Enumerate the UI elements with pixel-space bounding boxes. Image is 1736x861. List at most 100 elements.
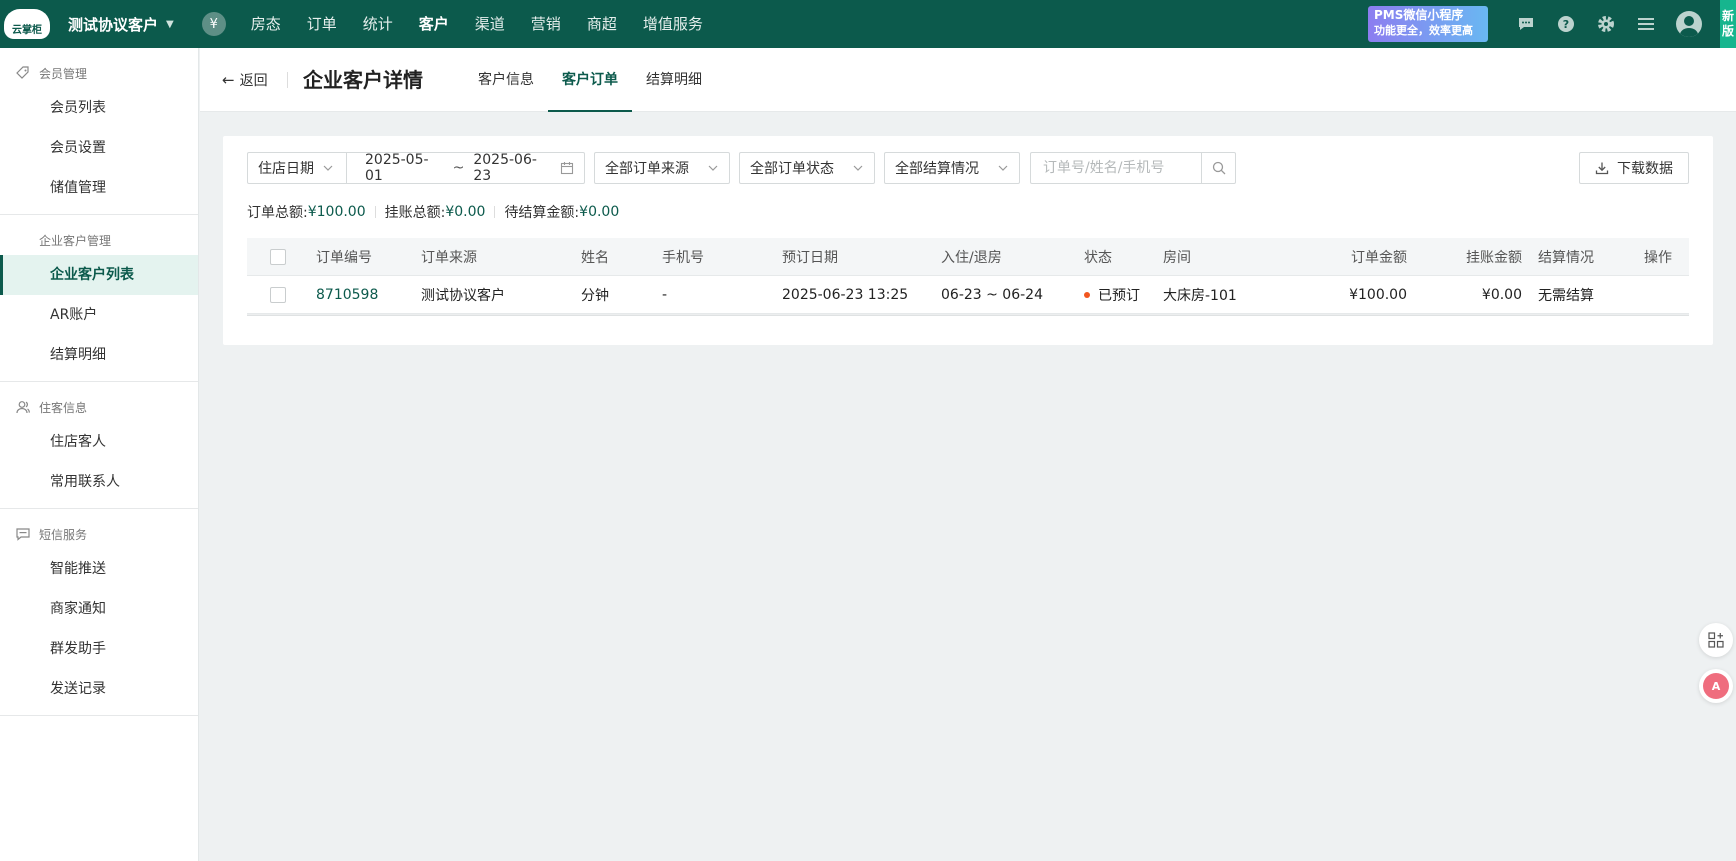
chevron-down-icon	[997, 162, 1009, 174]
order-source-value: 全部订单来源	[605, 161, 689, 177]
guest-name-cell: 分钟	[581, 287, 609, 304]
order-source-select[interactable]: 全部订单来源	[594, 152, 730, 184]
order-status-select[interactable]: 全部订单状态	[739, 152, 875, 184]
yen-icon[interactable]: ¥	[201, 12, 226, 36]
hotel-switcher[interactable]: 测试协议客户	[68, 14, 158, 35]
column-header: 姓名	[581, 249, 609, 266]
new-version-char-2: 版	[1721, 24, 1734, 38]
promo-subtitle: 功能更全，效率更高	[1374, 24, 1473, 37]
app-logo[interactable]: 云掌柜	[2, 0, 52, 48]
account-label: 挂账总额:	[384, 205, 446, 221]
settlement-value: 全部结算情况	[895, 161, 979, 177]
table-scrollbar[interactable]	[247, 314, 1689, 316]
gear-icon[interactable]	[1586, 0, 1626, 48]
column-header: 挂账金额	[1466, 249, 1522, 266]
top-right-tools: PMS微信小程序 功能更全，效率更高 ? 新 版	[1368, 0, 1736, 48]
sidebar-item-bulk-sender[interactable]: 群发助手	[0, 629, 198, 669]
sidebar-group-title: 企业客户管理	[39, 233, 112, 248]
row-checkbox[interactable]	[269, 286, 286, 303]
sidebar-group-label: 短信服务	[39, 527, 88, 542]
sidebar-item-member-list[interactable]: 会员列表	[0, 88, 198, 128]
user-avatar[interactable]	[1676, 11, 1702, 37]
sidebar-group-enterprise: 企业客户管理 企业客户列表 AR账户 结算明细	[0, 215, 198, 382]
translate-icon[interactable]: A	[1699, 669, 1733, 703]
date-type-select[interactable]: 住店日期	[247, 152, 347, 184]
detail-tabs: 客户信息 客户订单 结算明细	[464, 48, 716, 112]
select-all-checkbox[interactable]	[269, 248, 286, 265]
sidebar-item-settlement-detail[interactable]: 结算明细	[0, 335, 198, 375]
search-input[interactable]	[1030, 152, 1202, 184]
orders-card: 住店日期 2025-05-01 ~ 2025-06-23 全部订单来源 全部订单…	[223, 136, 1713, 345]
row-select-cell	[247, 286, 316, 303]
column-header: 入住/退房	[941, 249, 1002, 266]
phone-cell: -	[662, 286, 668, 303]
nav-item-marketing[interactable]: 营销	[518, 0, 574, 48]
sidebar-item-merchant-notice[interactable]: 商家通知	[0, 589, 198, 629]
date-start: 2025-05-01	[365, 152, 429, 184]
nav-item-room-status[interactable]: 房态	[238, 0, 294, 48]
svg-text:?: ?	[1563, 18, 1569, 31]
nav-item-value-added[interactable]: 增值服务	[630, 0, 716, 48]
column-header: 订单编号	[316, 249, 372, 266]
sidebar-item-stored-value[interactable]: 储值管理	[0, 168, 198, 208]
tab-customer-orders[interactable]: 客户订单	[548, 48, 632, 112]
divider	[287, 72, 288, 88]
stay-dates-cell: 06-23 ~ 06-24	[941, 286, 1043, 303]
search-button[interactable]	[1202, 152, 1236, 184]
status-dot	[1084, 291, 1090, 298]
date-separator: ~	[452, 160, 465, 176]
sidebar-item-member-settings[interactable]: 会员设置	[0, 128, 198, 168]
tab-customer-info[interactable]: 客户信息	[464, 48, 548, 112]
calendar-icon	[560, 161, 574, 175]
table-header-row: 订单编号 订单来源 姓名 手机号 预订日期 入住/退房 状态 房间 订单金额 挂…	[247, 238, 1689, 276]
sidebar-item-ar-account[interactable]: AR账户	[0, 295, 198, 335]
menu-icon[interactable]	[1626, 0, 1666, 48]
column-header: 订单金额	[1351, 249, 1407, 266]
on-account-cell: ¥0.00	[1481, 286, 1522, 303]
tab-settlement-detail[interactable]: 结算明细	[632, 48, 716, 112]
tag-icon	[16, 66, 30, 80]
back-label: 返回	[239, 73, 268, 89]
column-header: 房间	[1163, 249, 1191, 266]
apps-icon[interactable]	[1699, 623, 1733, 657]
caret-down-icon[interactable]: ▼	[166, 19, 174, 30]
room-cell: 大床房-101	[1163, 287, 1237, 304]
help-icon[interactable]: ?	[1546, 0, 1586, 48]
sidebar-item-send-history[interactable]: 发送记录	[0, 669, 198, 709]
nav-item-store[interactable]: 商超	[574, 0, 630, 48]
chat-icon[interactable]	[1506, 0, 1546, 48]
order-number-link[interactable]: 8710598	[316, 287, 421, 303]
divider	[374, 206, 376, 218]
chevron-down-icon	[322, 162, 334, 174]
download-icon	[1595, 161, 1609, 175]
sidebar-group-title: 短信服务	[0, 519, 198, 549]
nav-item-orders[interactable]: 订单	[294, 0, 350, 48]
download-button[interactable]: 下载数据	[1579, 152, 1689, 184]
nav-item-customers[interactable]: 客户	[406, 0, 462, 48]
sidebar-item-frequent-contacts[interactable]: 常用联系人	[0, 462, 198, 502]
sidebar-group-title: 会员管理	[0, 58, 198, 88]
top-navbar: 云掌柜 测试协议客户 ▼ ¥ 房态 订单 统计 客户 渠道 营销 商超 增值服务…	[0, 0, 1736, 48]
mini-program-promo[interactable]: PMS微信小程序 功能更全，效率更高	[1368, 6, 1488, 42]
account-value: ¥0.00	[445, 204, 486, 220]
promo-title: PMS微信小程序	[1374, 8, 1464, 22]
sidebar-group-sms: 短信服务 智能推送 商家通知 群发助手 发送记录	[0, 509, 198, 716]
sidebar-item-enterprise-list[interactable]: 企业客户列表	[0, 255, 198, 295]
sidebar-item-smart-push[interactable]: 智能推送	[0, 549, 198, 589]
logo-text: 云掌柜	[4, 9, 50, 39]
column-header: 订单来源	[421, 249, 477, 266]
settlement-select[interactable]: 全部结算情况	[884, 152, 1020, 184]
orders-table: 订单编号 订单来源 姓名 手机号 预订日期 入住/退房 状态 房间 订单金额 挂…	[247, 238, 1689, 316]
nav-item-channels[interactable]: 渠道	[462, 0, 518, 48]
back-button[interactable]: ← 返回	[222, 48, 268, 112]
chevron-down-icon	[707, 162, 719, 174]
date-type-value: 住店日期	[258, 161, 314, 177]
column-header: 预订日期	[782, 249, 838, 266]
date-range-picker[interactable]: 2025-05-01 ~ 2025-06-23	[347, 152, 585, 184]
page-title: 企业客户详情	[303, 68, 423, 92]
sidebar-item-in-house-guests[interactable]: 住店客人	[0, 422, 198, 462]
chevron-down-icon	[852, 162, 864, 174]
nav-item-stats[interactable]: 统计	[350, 0, 406, 48]
sidebar-group-title: 住客信息	[0, 392, 198, 422]
new-version-badge[interactable]: 新 版	[1720, 0, 1736, 48]
